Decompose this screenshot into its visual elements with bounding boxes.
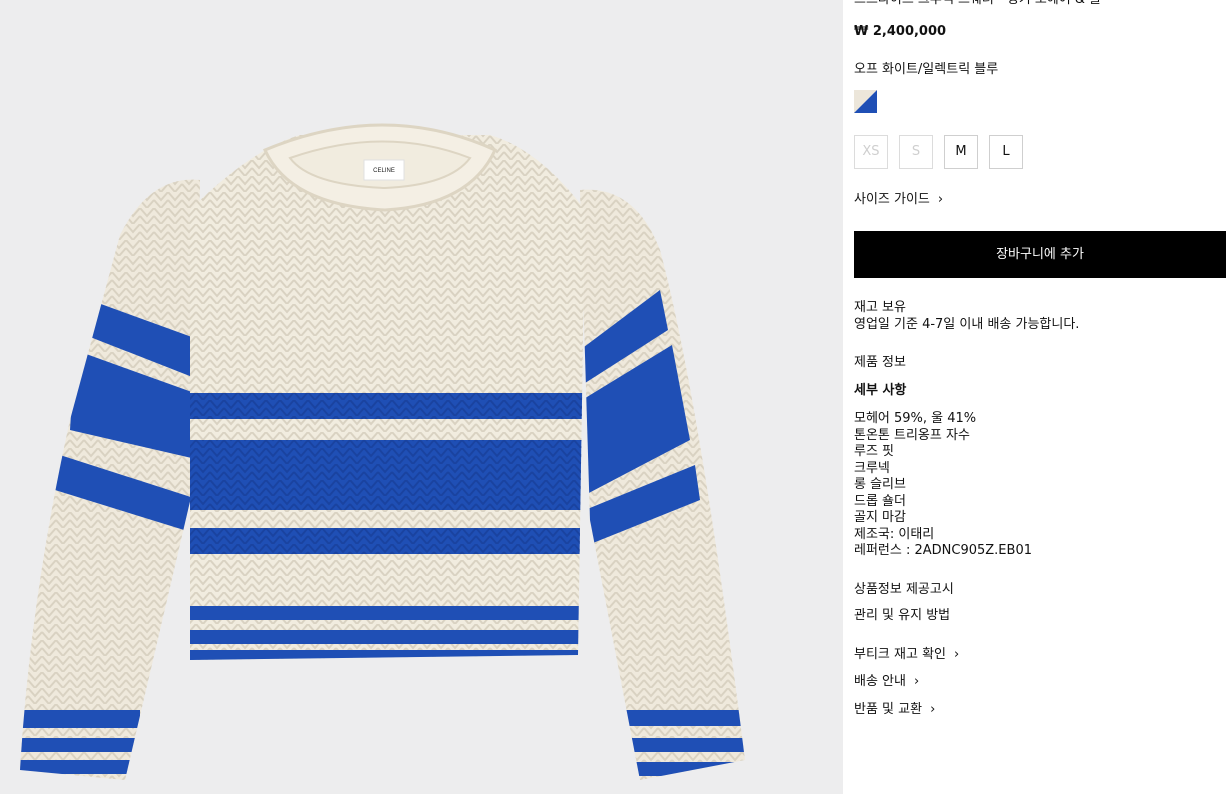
details-list: 모헤어 59%, 울 41% 톤온톤 트리옹프 자수 루즈 핏 크루넥 롱 슬리… bbox=[854, 411, 1032, 560]
chevron-right-icon: › bbox=[954, 647, 960, 662]
left-sleeve bbox=[20, 179, 200, 781]
product-price: ₩ 2,400,000 bbox=[854, 24, 947, 39]
add-to-cart-button[interactable]: 장바구니에 추가 bbox=[854, 231, 1226, 278]
product-title: 스트라이프 크루넥 스웨터 - 청키 모헤어 & 울 bbox=[854, 0, 1101, 8]
product-image: CELINE bbox=[0, 0, 843, 794]
size-l-button[interactable]: L bbox=[989, 135, 1023, 169]
boutique-stock-link[interactable]: 부티크 재고 확인 › bbox=[854, 647, 959, 663]
delivery-info-link[interactable]: 배송 안내 › bbox=[854, 674, 919, 690]
color-name: 오프 화이트/일렉트릭 블루 bbox=[854, 62, 999, 77]
size-guide-label: 사이즈 가이드 bbox=[854, 192, 930, 207]
size-selector: XS S M L bbox=[854, 135, 1023, 169]
size-guide-link[interactable]: 사이즈 가이드 › bbox=[854, 192, 943, 208]
product-info-panel: 스트라이프 크루넥 스웨터 - 청키 모헤어 & 울 ₩ 2,400,000 오… bbox=[854, 0, 1226, 794]
brand-label-text: CELINE bbox=[373, 168, 395, 174]
product-notice-link[interactable]: 상품정보 제공고시 bbox=[854, 582, 954, 598]
details-heading: 세부 사항 bbox=[854, 383, 907, 398]
chevron-right-icon: › bbox=[937, 192, 944, 207]
sweater-illustration: CELINE bbox=[20, 123, 745, 781]
list-item: 제조국: 이태리 bbox=[854, 526, 935, 542]
size-s-button[interactable]: S bbox=[899, 135, 933, 169]
color-swatch[interactable] bbox=[854, 90, 877, 113]
stock-status: 재고 보유 bbox=[854, 300, 906, 315]
chevron-right-icon: › bbox=[930, 702, 936, 717]
list-item: 크루넥 bbox=[854, 460, 890, 476]
list-item: 드롭 숄더 bbox=[854, 493, 906, 509]
list-item: 골지 마감 bbox=[854, 510, 906, 525]
size-m-button[interactable]: M bbox=[944, 135, 978, 169]
returns-link[interactable]: 반품 및 교환 › bbox=[854, 702, 935, 718]
boutique-stock-label: 부티크 재고 확인 bbox=[854, 647, 946, 662]
list-item: 레퍼런스 : 2ADNC905Z.EB01 bbox=[854, 543, 1032, 558]
product-info-toggle[interactable]: 제품 정보 bbox=[854, 355, 906, 371]
chevron-right-icon: › bbox=[913, 674, 920, 689]
list-item: 루즈 핏 bbox=[854, 444, 895, 459]
care-instructions-link[interactable]: 관리 및 유지 방법 bbox=[854, 608, 950, 624]
right-sleeve bbox=[580, 189, 745, 781]
shipping-note: 영업일 기준 4-7일 이내 배송 가능합니다. bbox=[854, 317, 1080, 332]
returns-label: 반품 및 교환 bbox=[854, 702, 923, 717]
delivery-info-label: 배송 안내 bbox=[854, 674, 906, 689]
size-xs-button[interactable]: XS bbox=[854, 135, 888, 169]
list-item: 톤온톤 트리옹프 자수 bbox=[854, 427, 970, 443]
list-item: 롱 슬리브 bbox=[854, 477, 906, 492]
list-item: 모헤어 59%, 울 41% bbox=[854, 411, 977, 426]
